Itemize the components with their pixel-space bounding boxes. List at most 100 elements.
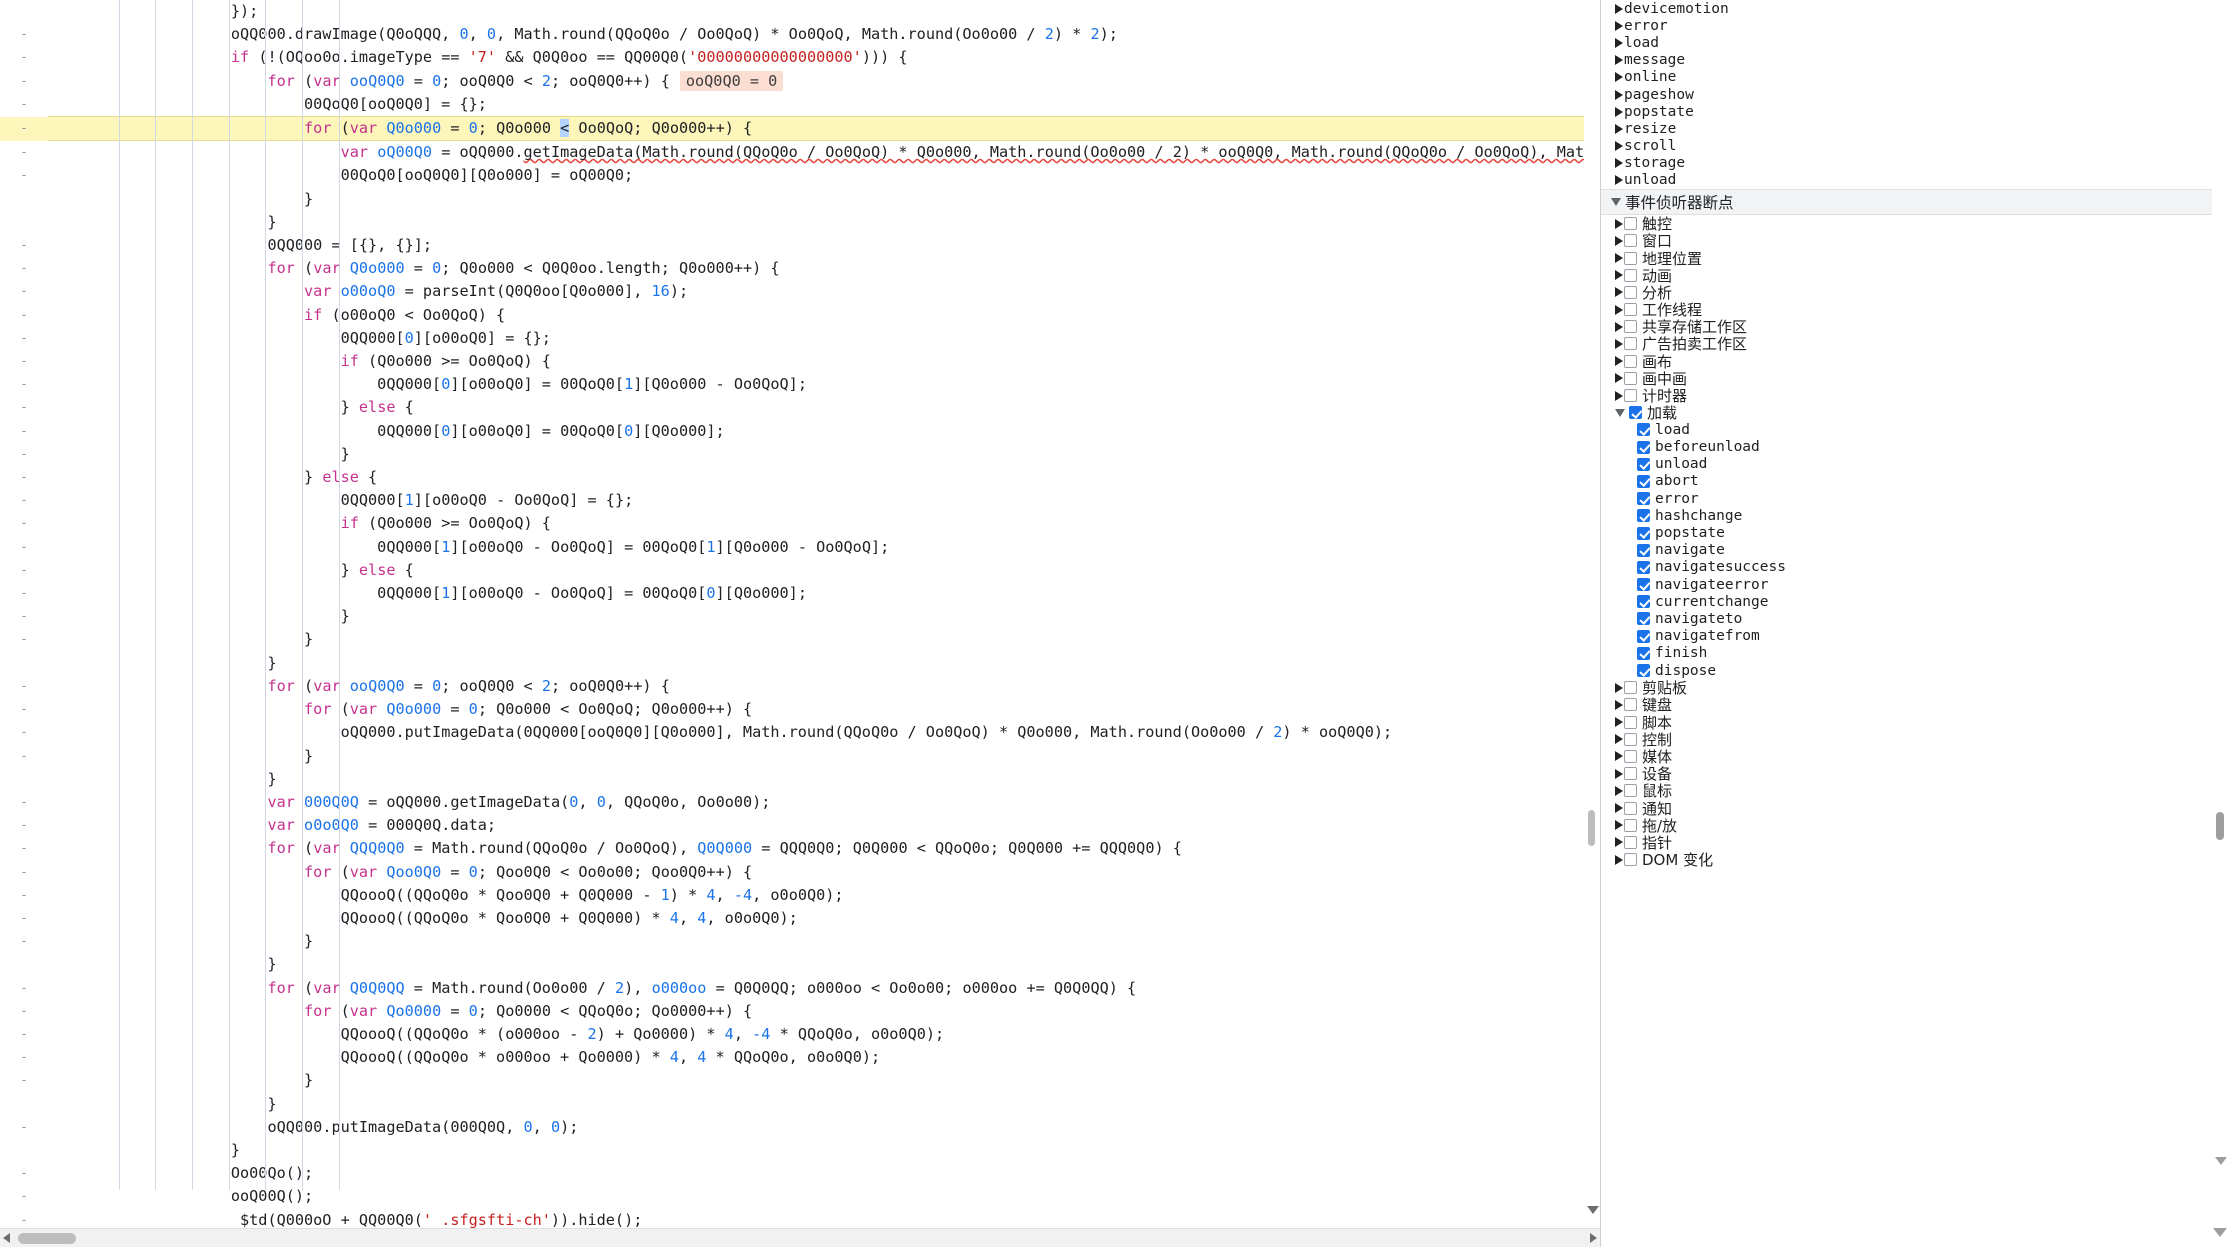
breakpoint-event-row[interactable]: beforeunload [1601,439,2213,456]
breakpoint-event-row[interactable]: hashchange [1601,507,2213,524]
chevron-right-icon[interactable] [1615,717,1623,728]
breakpoint-event-checkbox[interactable] [1637,509,1650,523]
breakpoint-event-row[interactable]: dispose [1601,662,2213,679]
code-line[interactable]: - for (var Q0Q0QQ = Math.round(Oo0o00 / … [0,977,1590,1000]
line-gutter-marker[interactable]: - [0,559,48,582]
line-gutter-marker[interactable]: - [0,884,48,907]
code-line[interactable]: - 0QQ000[0][o00oQ0] = {}; [0,327,1590,350]
scroll-right-arrow-icon[interactable] [1590,1233,1597,1243]
code-line[interactable]: - } [0,605,1590,628]
code-line-content[interactable]: Oo00Qo(); [48,1162,1590,1185]
breakpoint-group-row[interactable]: 拖/放 [1601,817,2213,835]
line-gutter-marker[interactable]: - [0,721,48,744]
code-line[interactable]: } [0,768,1590,791]
line-gutter-marker[interactable]: - [0,745,48,768]
chevron-right-icon[interactable] [1615,682,1623,693]
line-gutter-marker[interactable]: - [0,373,48,396]
breakpoint-group-checkbox[interactable] [1624,681,1637,695]
breakpoint-group-row[interactable]: 广告拍卖工作区 [1601,335,2213,353]
code-line-content[interactable]: QQoooQ((QQoQ0o * o000oo + Qo0000) * 4, 4… [48,1046,1590,1069]
breakpoint-event-checkbox[interactable] [1637,612,1650,626]
breakpoint-event-checkbox[interactable] [1637,595,1650,609]
code-line-content[interactable]: } [48,1139,1590,1162]
line-gutter-marker[interactable]: - [0,1209,48,1228]
line-gutter-marker[interactable]: - [0,861,48,884]
breakpoint-event-row[interactable]: unload [1601,456,2213,473]
breakpoint-group-checkbox[interactable] [1624,268,1637,282]
breakpoint-group-row[interactable]: 脚本 [1601,714,2213,732]
code-line-content[interactable]: 00QoQ0[ooQ0Q0][Q0o000] = oQ00Q0; [48,164,1590,187]
line-gutter-marker[interactable]: - [0,116,48,141]
breakpoint-event-row[interactable]: navigate [1601,542,2213,559]
line-gutter-marker[interactable]: - [0,257,48,280]
code-line-content[interactable]: QQoooQ((QQoQ0o * (o000oo - 2) + Qo0000) … [48,1023,1590,1046]
breakpoint-group-checkbox[interactable] [1624,698,1637,712]
line-gutter-marker[interactable] [0,768,48,791]
chevron-down-icon[interactable] [1615,408,1625,417]
code-line[interactable]: } [0,953,1590,976]
code-line-content[interactable]: 0QQ000 = [{}, {}]; [48,234,1590,257]
code-line-content[interactable]: } [48,652,1590,675]
breakpoint-group-row[interactable]: 设备 [1601,765,2213,783]
chevron-right-icon[interactable] [1615,37,1623,48]
code-line-content[interactable]: } [48,930,1590,953]
chevron-right-icon[interactable] [1615,158,1623,169]
chevron-right-icon[interactable] [1615,55,1623,66]
code-line[interactable]: - var oQ00Q0 = oQQ000.getImageData(Math.… [0,141,1590,165]
global-listener-row[interactable]: devicemotion [1601,0,2213,17]
code-line[interactable]: - 0QQ000[1][o00oQ0 - Oo0QoQ] = 00QoQ0[0]… [0,582,1590,605]
code-line[interactable]: - if (o00oQ0 < Oo0QoQ) { [0,304,1590,327]
code-line[interactable]: - for (var Q0o000 = 0; Q0o000 < Oo0QoQ; … [0,698,1590,721]
line-gutter-marker[interactable]: - [0,164,48,187]
chevron-right-icon[interactable] [1615,734,1623,745]
line-gutter-marker[interactable]: - [0,234,48,257]
breakpoint-group-row[interactable]: DOM 变化 [1601,851,2213,869]
breakpoint-group-checkbox[interactable] [1624,389,1637,403]
line-gutter-marker[interactable]: - [0,46,48,69]
line-gutter-marker[interactable]: - [0,304,48,327]
line-gutter-marker[interactable]: - [0,698,48,721]
code-line[interactable]: }); [0,0,1590,23]
chevron-right-icon[interactable] [1615,854,1623,865]
code-line-content[interactable]: oQQ000.putImageData(000Q0Q, 0, 0); [48,1116,1590,1139]
code-line[interactable]: - } [0,628,1590,651]
line-gutter-marker[interactable]: - [0,512,48,535]
code-line[interactable]: - oQQ000.drawImage(Q0oQQQ, 0, 0, Math.ro… [0,23,1590,46]
chevron-right-icon[interactable] [1615,803,1623,814]
code-line-content[interactable]: for (var Q0Q0QQ = Math.round(Oo0o00 / 2)… [48,977,1590,1000]
code-line-content[interactable]: } else { [48,466,1590,489]
chevron-right-icon[interactable] [1615,785,1623,796]
code-line[interactable]: } [0,652,1590,675]
breakpoint-group-checkbox[interactable] [1624,371,1637,385]
breakpoint-group-row[interactable]: 画布 [1601,353,2213,371]
line-gutter-marker[interactable] [0,1093,48,1116]
breakpoint-event-checkbox[interactable] [1637,457,1650,471]
global-listener-row[interactable]: load [1601,34,2213,51]
chevron-right-icon[interactable] [1615,768,1623,779]
line-gutter-marker[interactable]: - [0,70,48,93]
breakpoint-event-checkbox[interactable] [1637,543,1650,557]
line-gutter-marker[interactable]: - [0,628,48,651]
global-listener-row[interactable]: unload [1601,172,2213,189]
code-line-content[interactable]: var o0o0Q0 = 000Q0Q.data; [48,814,1590,837]
line-gutter-marker[interactable] [0,953,48,976]
scroll-down-arrow-icon[interactable] [1587,1206,1599,1214]
code-line[interactable]: - for (var ooQ0Q0 = 0; ooQ0Q0 < 2; ooQ0Q… [0,675,1590,698]
chevron-right-icon[interactable] [1615,123,1623,134]
code-line[interactable]: - 00QoQ0[ooQ0Q0][Q0o000] = oQ00Q0; [0,164,1590,187]
code-line-content[interactable]: var o00oQ0 = parseInt(Q0Q0oo[Q0o000], 16… [48,280,1590,303]
chevron-right-icon[interactable] [1615,270,1623,281]
global-listener-row[interactable]: storage [1601,155,2213,172]
code-line[interactable]: } [0,1139,1590,1162]
chevron-right-icon[interactable] [1615,321,1623,332]
line-gutter-marker[interactable] [0,0,48,23]
code-line-content[interactable]: if (Q0o000 >= Oo0QoQ) { [48,512,1590,535]
editor-vertical-scrollbar[interactable] [1584,0,1600,1228]
breakpoint-event-row[interactable]: currentchange [1601,593,2213,610]
code-line[interactable]: - 0QQ000[0][o00oQ0] = 00QoQ0[0][Q0o000]; [0,420,1590,443]
code-line[interactable]: - QQoooQ((QQoQ0o * Qoo0Q0 + Q0Q000 - 1) … [0,884,1590,907]
line-gutter-marker[interactable] [0,211,48,234]
code-line[interactable]: - if (Q0o000 >= Oo0QoQ) { [0,512,1590,535]
code-line-content[interactable]: if (Q0o000 >= Oo0QoQ) { [48,350,1590,373]
breakpoint-group-checkbox[interactable] [1624,320,1637,334]
